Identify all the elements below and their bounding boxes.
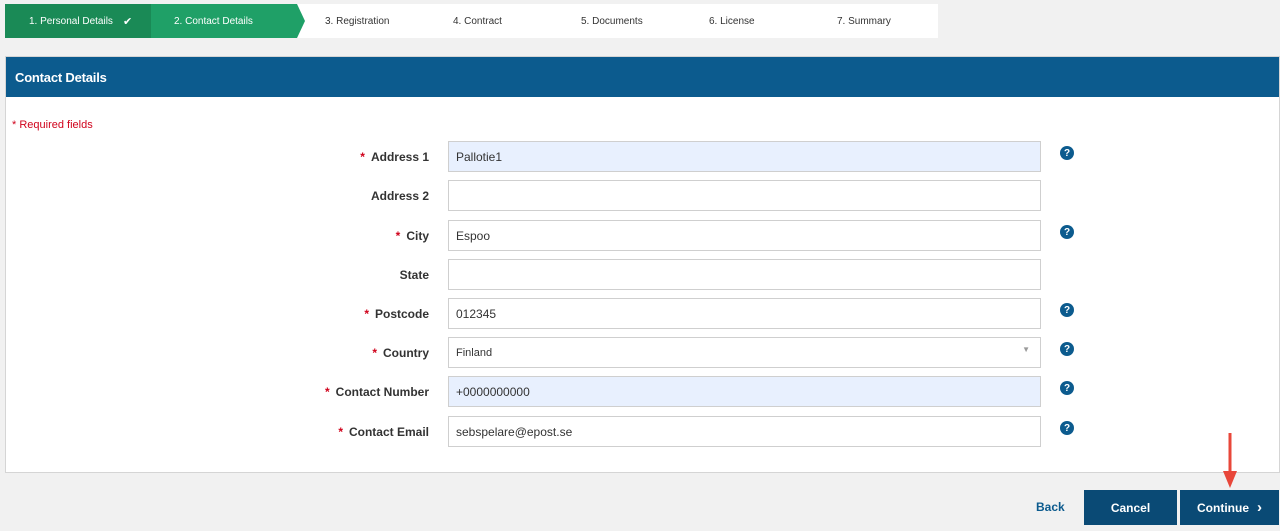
required-star: * <box>364 307 369 321</box>
required-star: * <box>372 346 377 360</box>
panel-title: Contact Details <box>6 57 1279 97</box>
row-postcode: * Postcode 012345 ? <box>6 298 1280 330</box>
step-label: 2. Contact Details <box>174 15 253 27</box>
row-country: * Country Finland ▼ ? <box>6 337 1280 369</box>
back-link[interactable]: Back <box>1036 500 1065 514</box>
help-icon[interactable]: ? <box>1060 146 1074 160</box>
continue-label: Continue <box>1197 500 1249 515</box>
step-contract: 4. Contract <box>425 4 553 38</box>
help-icon[interactable]: ? <box>1060 303 1074 317</box>
cancel-button[interactable]: Cancel <box>1084 490 1177 525</box>
step-license: 6. License <box>681 4 809 38</box>
city-input[interactable]: Espoo <box>448 220 1041 251</box>
required-star: * <box>395 229 401 243</box>
row-address2: Address 2 <box>6 180 1280 212</box>
required-fields-note: * Required fields <box>12 119 93 131</box>
postcode-label: * Postcode <box>364 307 429 321</box>
step-registration: 3. Registration <box>297 4 425 38</box>
required-star: * <box>360 150 365 164</box>
help-icon[interactable]: ? <box>1060 342 1074 356</box>
address1-label: * Address 1 <box>360 150 429 164</box>
step-label: 6. License <box>709 15 755 27</box>
state-label: State <box>399 268 429 282</box>
row-contact-email: * Contact Email sebspelare@epost.se ? <box>6 416 1280 448</box>
postcode-input[interactable]: 012345 <box>448 298 1041 329</box>
step-personal-details[interactable]: 1. Personal Details ✔ <box>5 4 151 38</box>
progress-stepper: 1. Personal Details ✔ 2. Contact Details… <box>5 4 938 38</box>
step-label: 5. Documents <box>581 15 643 27</box>
country-label: * Country <box>372 346 429 360</box>
help-icon[interactable]: ? <box>1060 381 1074 395</box>
step-label: 4. Contract <box>453 15 502 27</box>
chevron-right-icon: › <box>1257 499 1262 516</box>
step-documents: 5. Documents <box>553 4 681 38</box>
row-address1: * Address 1 Pallotie1 ? <box>6 141 1280 173</box>
dropdown-arrow-icon: ▼ <box>1022 345 1030 354</box>
contact-email-label: * Contact Email <box>338 425 429 439</box>
row-state: State <box>6 259 1280 291</box>
city-label: * City <box>395 229 429 243</box>
contact-email-input[interactable]: sebspelare@epost.se <box>448 416 1041 447</box>
country-select[interactable]: Finland ▼ <box>448 337 1041 368</box>
contact-number-input[interactable]: +0000000000 <box>448 376 1041 407</box>
step-contact-details[interactable]: 2. Contact Details <box>151 4 305 38</box>
address2-label: Address 2 <box>370 189 429 203</box>
required-star: * <box>338 425 343 439</box>
step-label: 3. Registration <box>325 15 390 27</box>
step-label: 7. Summary <box>837 15 891 27</box>
annotation-arrow-icon <box>1223 433 1237 488</box>
help-icon[interactable]: ? <box>1060 421 1074 435</box>
contact-number-label: * Contact Number <box>324 385 429 399</box>
row-city: * City Espoo ? <box>6 220 1280 252</box>
contact-details-panel: Contact Details * Required fields * Addre… <box>5 56 1280 473</box>
step-summary: 7. Summary <box>809 4 937 38</box>
state-input[interactable] <box>448 259 1041 290</box>
address2-input[interactable] <box>448 180 1041 211</box>
address1-input[interactable]: Pallotie1 <box>448 141 1041 172</box>
checkmark-icon: ✔ <box>122 15 133 28</box>
country-selected-value: Finland <box>456 346 493 359</box>
row-contact-number: * Contact Number +0000000000 ? <box>6 376 1280 408</box>
continue-button[interactable]: Continue › <box>1180 490 1279 525</box>
help-icon[interactable]: ? <box>1060 225 1074 239</box>
required-star: * <box>324 385 330 399</box>
step-label: 1. Personal Details <box>29 15 113 27</box>
